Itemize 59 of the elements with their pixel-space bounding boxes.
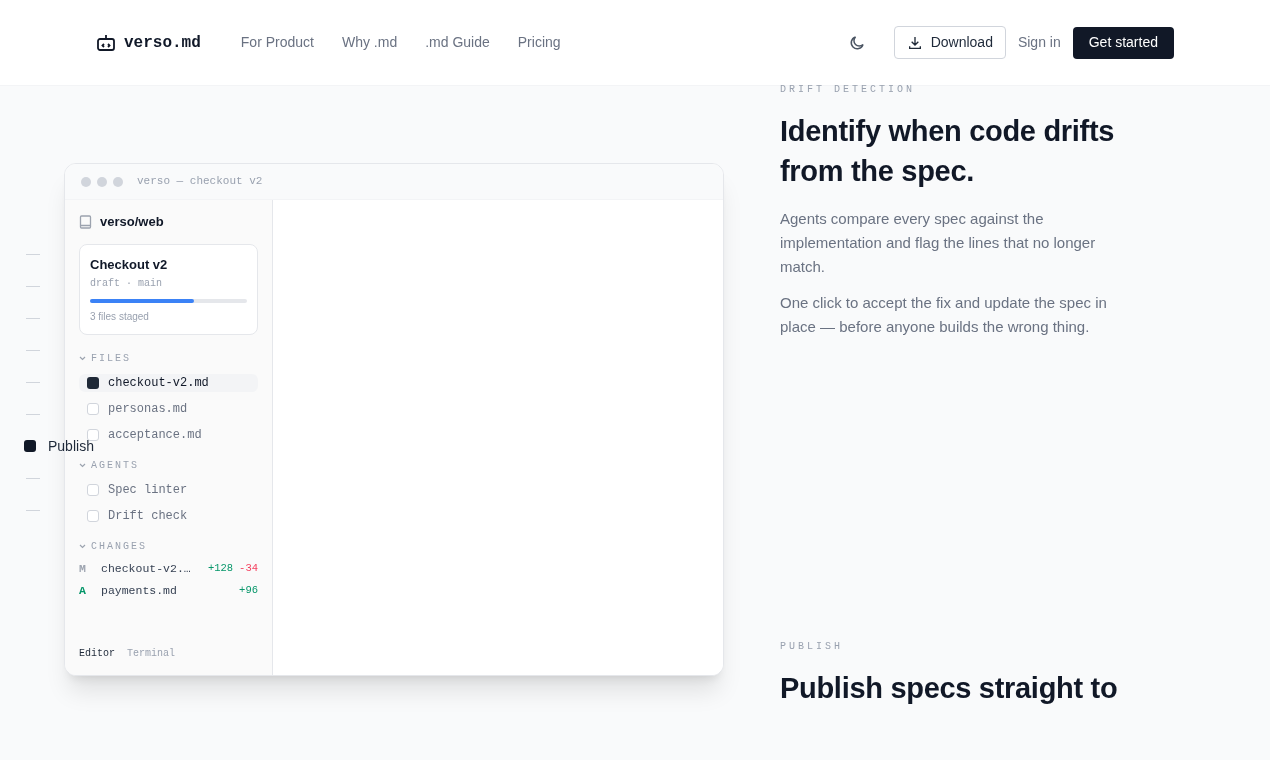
panel-tab[interactable]: Terminal [127,646,176,661]
spec-card[interactable]: Checkout v2 draft · main 3 files staged [79,243,258,335]
checkbox[interactable] [87,429,99,441]
section-tick[interactable] [26,509,40,511]
file-name: checkout-v2.md [108,375,209,392]
change-status: M [79,561,87,578]
section-tick[interactable] [26,381,40,383]
card-meta: draft · main [90,277,163,291]
file-name: Drift check [108,508,188,525]
added-count: +128 [207,561,234,577]
change-file[interactable]: checkout-v2.… [101,560,191,578]
section-link[interactable]: Publish [48,440,94,452]
nav-link[interactable]: .md Guide [425,32,490,53]
section-paragraph: Agents compare every spec against the implementation and flag the lines that no longer match. [780,209,1097,277]
removed-count: -34 [239,561,258,577]
download-icon [906,34,923,51]
section-tick[interactable] [26,413,40,415]
logo-text[interactable]: verso.md [124,30,201,55]
checkbox[interactable] [87,510,99,522]
change-file[interactable]: payments.md [101,582,177,600]
checkbox[interactable] [87,484,99,496]
checkbox[interactable] [87,377,99,389]
panel-tab[interactable]: Editor [79,646,115,661]
chevron-icon [79,463,86,468]
chevron-icon [79,356,86,361]
added-count: +96 [239,583,258,599]
file-row[interactable]: Spec linter [79,481,258,499]
section-heading: Identify when code drifts from the spec. [780,114,1116,189]
nav-link[interactable]: Why .md [341,32,398,53]
checkbox[interactable] [87,403,99,415]
section-tick[interactable] [26,317,40,319]
file-name: acceptance.md [108,427,202,444]
section-tick[interactable] [26,253,40,255]
section-paragraph: One click to accept the fix and update the spec in place — before anyone builds the wrong thing. [780,293,1108,337]
robot-logo-icon [96,32,116,53]
window-title: verso — checkout v2 [137,174,263,190]
nav-link[interactable]: Pricing [517,32,561,53]
nav-link[interactable]: For Product [240,32,314,53]
get-started-button[interactable]: Get started [1072,26,1174,59]
section-eyebrow: PUBLISH [780,640,844,654]
file-row[interactable]: personas.md [79,400,258,418]
book-icon [79,214,92,229]
repo-name: verso/web [100,213,164,231]
file-row[interactable]: checkout-v2.md [79,374,258,392]
card-title: Checkout v2 [90,255,169,274]
change-status: A [79,583,87,600]
file-row[interactable]: Drift check [79,507,258,525]
download-button[interactable]: Download [893,26,1006,59]
sign-in-link[interactable]: Sign in [1017,32,1061,53]
section-header[interactable]: FILES [91,351,131,366]
file-name: Spec linter [108,482,188,499]
section-heading: Publish specs straight to [780,671,1119,706]
section-tick[interactable] [26,285,40,287]
section-tick[interactable] [26,349,40,351]
chevron-icon [79,544,86,549]
file-name: personas.md [108,401,188,418]
section-tick[interactable] [26,477,40,479]
card-note: 3 files staged [90,310,150,324]
section-eyebrow: DRIFT DETECTION [780,83,916,97]
